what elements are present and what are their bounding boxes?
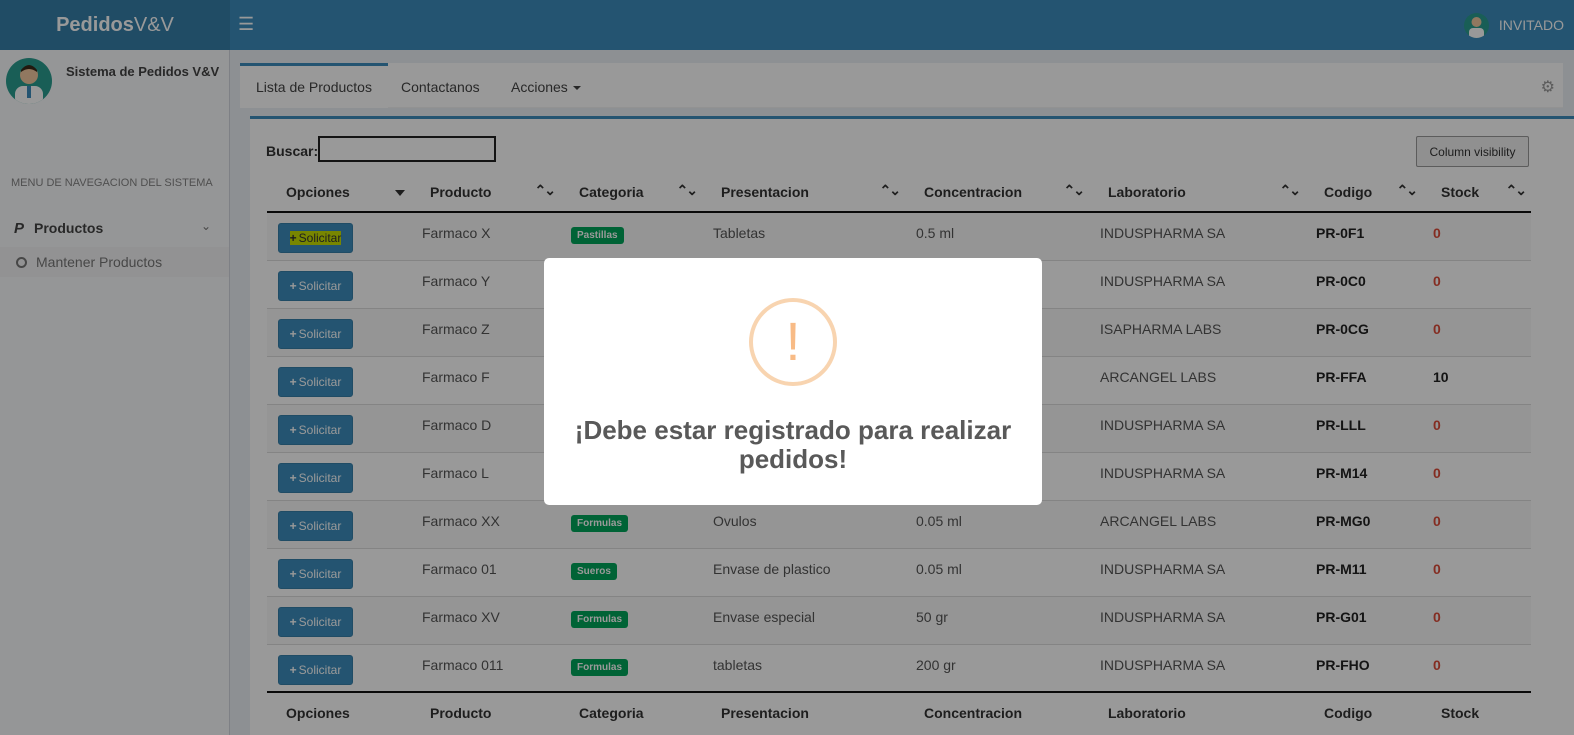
modal-title: ¡Debe estar registrado para realizar ped… xyxy=(574,415,1012,474)
alert-modal: ! ¡Debe estar registrado para realizar p… xyxy=(544,258,1042,505)
warning-icon: ! xyxy=(749,298,837,386)
